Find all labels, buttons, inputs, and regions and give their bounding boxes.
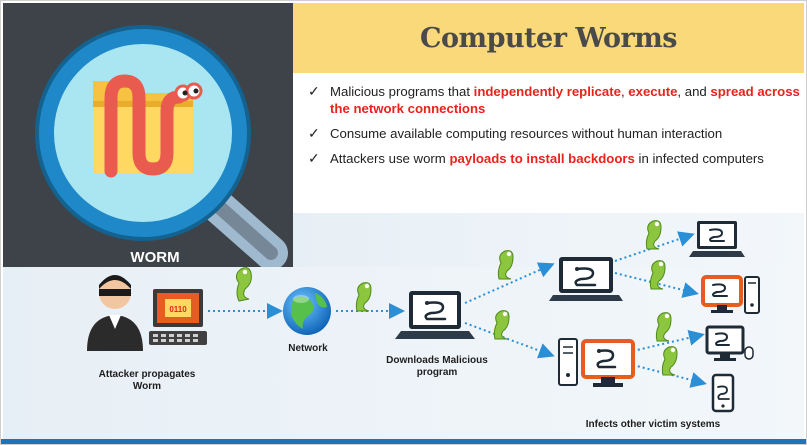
bullet-item: ✓ Consume available computing resources w… xyxy=(306,125,801,142)
diagram-canvas: 0110 xyxy=(3,213,804,439)
globe-icon xyxy=(283,287,331,335)
slide: WORM Computer Worms ✓ Malicious programs … xyxy=(0,0,807,445)
bottom-bar xyxy=(1,439,806,444)
svg-text:0110: 0110 xyxy=(169,305,187,314)
network-label: Network xyxy=(288,343,328,354)
bullet-list: ✓ Malicious programs that independently r… xyxy=(306,83,801,175)
check-icon: ✓ xyxy=(308,125,320,141)
attacker-label: Attacker propagates Worm xyxy=(98,369,196,392)
bullet-text: Malicious programs that xyxy=(330,84,474,99)
laptop-icon xyxy=(689,221,745,257)
highlighted-text: payloads to install backdoors xyxy=(449,151,635,166)
bullet-item: ✓ Attackers use worm payloads to install … xyxy=(306,150,801,167)
downloads-label: Downloads Malicious program xyxy=(386,355,488,378)
worm-propagation-diagram: 0110 Attacker propagates Worm Network Do… xyxy=(3,213,804,439)
bullet-text: Consume available computing resources wi… xyxy=(330,126,723,141)
title-band: Computer Worms xyxy=(293,3,804,73)
bullet-text: , and xyxy=(677,84,711,99)
page-title: Computer Worms xyxy=(420,23,677,54)
bullet-text: in infected computers xyxy=(634,151,764,166)
phone-icon xyxy=(711,373,735,413)
check-icon: ✓ xyxy=(308,150,320,166)
infects-label: Infects other victim systems xyxy=(585,419,721,430)
bullet-item: ✓ Malicious programs that independently r… xyxy=(306,83,801,117)
highlighted-text: execute xyxy=(628,84,678,99)
highlighted-text: independently replicate xyxy=(473,84,621,99)
bullet-text: Attackers use worm xyxy=(330,151,450,166)
check-icon: ✓ xyxy=(308,83,320,99)
